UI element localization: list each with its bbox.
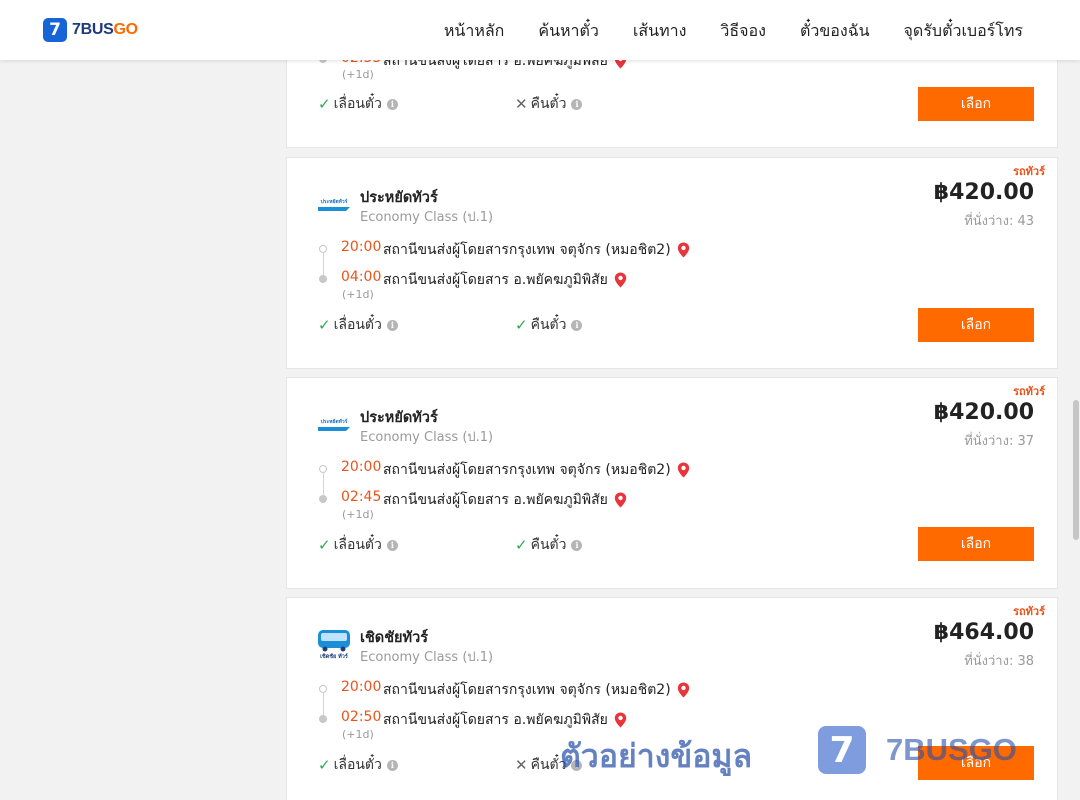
bus-type-tag: รถทัวร์ xyxy=(1013,605,1045,618)
departure-time: 20:00 xyxy=(341,679,382,695)
map-pin-icon[interactable] xyxy=(614,712,627,728)
check-icon: ✓ xyxy=(318,95,331,113)
bus-type-tag: รถทัวร์ xyxy=(1013,165,1045,178)
arrival-station: สถานีขนส่งผู้โดยสาร อ.พยัคฆภูมิพิสัย xyxy=(383,709,627,731)
sample-data-watermark: ตัวอย่างข้อมูล xyxy=(560,737,753,775)
timeline-line xyxy=(322,693,324,715)
info-icon[interactable]: i xyxy=(386,319,398,331)
main-nav: หน้าหลัก ค้นหาตั๋ว เส้นทาง วิธีจอง ตั๋วข… xyxy=(444,19,1023,44)
select-button[interactable]: เลือก xyxy=(918,308,1034,342)
change-policy: ✓ เลื่อนตั๋ว i xyxy=(318,314,398,336)
map-pin-icon[interactable] xyxy=(677,462,690,478)
available-seats: ที่นั่งว่าง: 43 xyxy=(964,214,1034,229)
check-icon: ✓ xyxy=(318,536,331,554)
refund-policy: ✕ คืนตั๋ว i xyxy=(515,93,583,115)
nav-search-ticket[interactable]: ค้นหาตั๋ว xyxy=(538,19,599,44)
bus-class: Economy Class (ป.1) xyxy=(360,650,494,665)
bus-class: Economy Class (ป.1) xyxy=(360,210,494,225)
next-day-label: (+1d) xyxy=(342,288,374,301)
nav-my-tickets[interactable]: ตั๋วของฉัน xyxy=(800,19,870,44)
operator-logo: ประหยัดทัวร์ xyxy=(315,410,353,440)
cross-icon: ✕ xyxy=(515,756,528,774)
departure-time: 20:00 xyxy=(341,239,382,255)
arrival-time: 04:00 xyxy=(341,269,382,285)
bus-class: Economy Class (ป.1) xyxy=(360,430,494,445)
operator-logo: ประหยัดทัวร์ xyxy=(315,190,353,220)
departure-dot xyxy=(319,465,327,473)
arrival-time: 02:50 xyxy=(341,709,382,725)
departure-station: สถานีขนส่งผู้โดยสารกรุงเทพ จตุจักร (หมอช… xyxy=(383,239,690,261)
available-seats: ที่นั่งว่าง: 38 xyxy=(964,654,1034,669)
site-logo[interactable]: 7 7BUSGO xyxy=(43,18,138,42)
scrollbar-thumb[interactable] xyxy=(1073,400,1079,540)
map-pin-icon[interactable] xyxy=(677,242,690,258)
next-day-label: (+1d) xyxy=(342,508,374,521)
departure-dot xyxy=(319,245,327,253)
departure-dot xyxy=(319,685,327,693)
ticket-price: ฿420.00 xyxy=(933,180,1034,205)
info-icon[interactable]: i xyxy=(571,319,583,331)
check-icon: ✓ xyxy=(515,316,528,334)
departure-station: สถานีขนส่งผู้โดยสารกรุงเทพ จตุจักร (หมอช… xyxy=(383,459,690,481)
top-header: 7 7BUSGO หน้าหลัก ค้นหาตั๋ว เส้นทาง วิธี… xyxy=(0,0,1080,60)
logo-mark: 7 xyxy=(43,18,67,42)
departure-station: สถานีขนส่งผู้โดยสารกรุงเทพ จตุจักร (หมอช… xyxy=(383,679,690,701)
change-policy: ✓ เลื่อนตั๋ว i xyxy=(318,93,398,115)
info-icon[interactable]: i xyxy=(571,98,583,110)
arrival-station: สถานีขนส่งผู้โดยสาร อ.พยัคฆภูมิพิสัย xyxy=(383,269,627,291)
info-icon[interactable]: i xyxy=(386,539,398,551)
arrival-station: สถานีขนส่งผู้โดยสาร อ.พยัคฆภูมิพิสัย xyxy=(383,489,627,511)
nav-routes[interactable]: เส้นทาง xyxy=(633,19,687,44)
ticket-price: ฿464.00 xyxy=(933,620,1034,645)
info-icon[interactable]: i xyxy=(386,759,398,771)
check-icon: ✓ xyxy=(515,536,528,554)
map-pin-icon[interactable] xyxy=(614,492,627,508)
info-icon[interactable]: i xyxy=(571,539,583,551)
bus-type-tag: รถทัวร์ xyxy=(1013,385,1045,398)
check-icon: ✓ xyxy=(318,316,331,334)
timeline-line xyxy=(322,253,324,275)
departure-time: 20:00 xyxy=(341,459,382,475)
svg-text:ประหยัดทัวร์: ประหยัดทัวร์ xyxy=(321,198,348,205)
next-day-label: (+1d) xyxy=(342,68,374,81)
map-pin-icon[interactable] xyxy=(677,682,690,698)
arrival-dot xyxy=(319,495,327,503)
ticket-price: ฿420.00 xyxy=(933,400,1034,425)
arrival-dot xyxy=(319,715,327,723)
nav-home[interactable]: หน้าหลัก xyxy=(444,19,505,44)
check-icon: ✓ xyxy=(318,756,331,774)
arrival-dot xyxy=(319,275,327,283)
logo-text: 7BUSGO xyxy=(72,21,138,38)
nav-how-to-book[interactable]: วิธีจอง xyxy=(720,19,766,44)
svg-text:เชิดชัย ทัวร์: เชิดชัย ทัวร์ xyxy=(320,653,348,660)
cross-icon: ✕ xyxy=(515,95,528,113)
change-policy: ✓ เลื่อนตั๋ว i xyxy=(318,754,398,776)
nav-ticket-pickup[interactable]: จุดรับตั๋วเบอร์โทร xyxy=(904,19,1023,44)
svg-text:ประหยัดทัวร์: ประหยัดทัวร์ xyxy=(321,418,348,425)
select-button[interactable]: เลือก xyxy=(918,527,1034,561)
watermark-brand: 7BUSGO xyxy=(886,732,1017,767)
available-seats: ที่นั่งว่าง: 37 xyxy=(964,434,1034,449)
refund-policy: ✓ คืนตั๋ว i xyxy=(515,314,583,336)
refund-policy: ✓ คืนตั๋ว i xyxy=(515,534,583,556)
arrival-time: 02:45 xyxy=(341,489,382,505)
trip-card: รถทัวร์ ประหยัดทัวร์ ประหยัดทัวร์ Econom… xyxy=(286,377,1058,589)
next-day-label: (+1d) xyxy=(342,728,374,741)
operator-logo: เชิดชัย ทัวร์ xyxy=(315,625,353,665)
change-policy: ✓ เลื่อนตั๋ว i xyxy=(318,534,398,556)
select-button[interactable]: เลือก xyxy=(918,87,1034,121)
map-pin-icon[interactable] xyxy=(614,272,627,288)
watermark-logo: 7 xyxy=(818,726,866,774)
trip-card: รถทัวร์ ประหยัดทัวร์ ประหยัดทัวร์ Econom… xyxy=(286,157,1058,369)
info-icon[interactable]: i xyxy=(386,98,398,110)
timeline-line xyxy=(322,473,324,495)
